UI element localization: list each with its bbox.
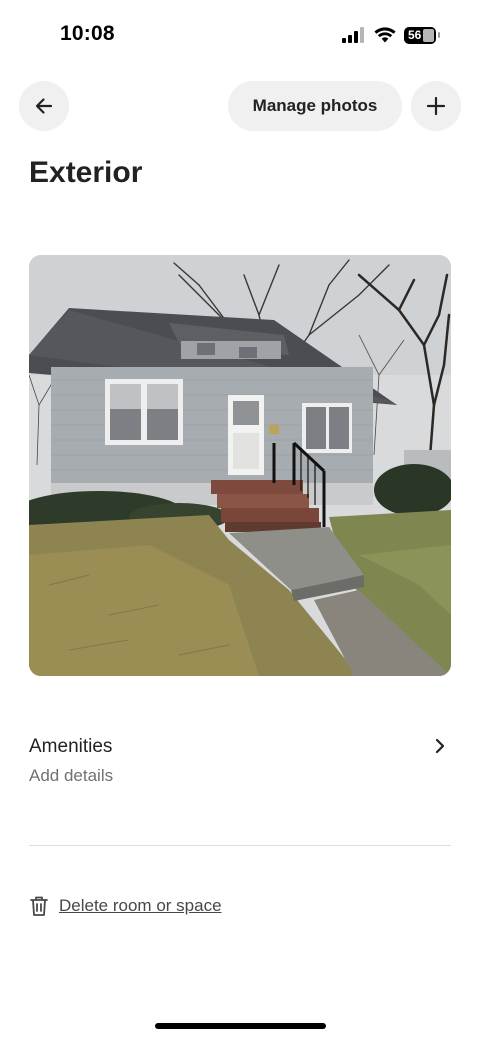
amenities-subtitle: Add details	[29, 766, 114, 785]
chevron-right-icon	[435, 738, 445, 754]
delete-room-button[interactable]: Delete room or space	[29, 893, 222, 919]
battery-empty-portion	[423, 28, 434, 42]
plus-icon	[426, 96, 446, 116]
cellular-signal-icon	[342, 27, 364, 43]
divider	[29, 845, 451, 846]
page-title: Exterior	[29, 156, 143, 189]
status-icons: 56	[342, 24, 440, 46]
battery-level: 56	[408, 28, 422, 42]
arrow-left-icon	[35, 98, 53, 114]
amenities-row[interactable]: Amenities Add details	[29, 730, 451, 792]
house-photo[interactable]	[29, 255, 451, 676]
battery-nub	[438, 32, 440, 38]
delete-room-label[interactable]: Delete room or space	[59, 896, 222, 916]
amenities-title: Amenities	[29, 736, 113, 757]
battery-icon: 56	[404, 26, 436, 44]
status-bar: 10:08 56	[0, 0, 480, 70]
home-indicator[interactable]	[155, 1023, 326, 1029]
house-photo-image	[29, 255, 451, 676]
wifi-icon	[374, 27, 396, 43]
status-time: 10:08	[60, 22, 115, 45]
trash-icon	[30, 896, 48, 916]
back-button[interactable]	[19, 81, 69, 131]
manage-photos-button[interactable]: Manage photos	[228, 81, 402, 131]
add-photo-button[interactable]	[411, 81, 461, 131]
